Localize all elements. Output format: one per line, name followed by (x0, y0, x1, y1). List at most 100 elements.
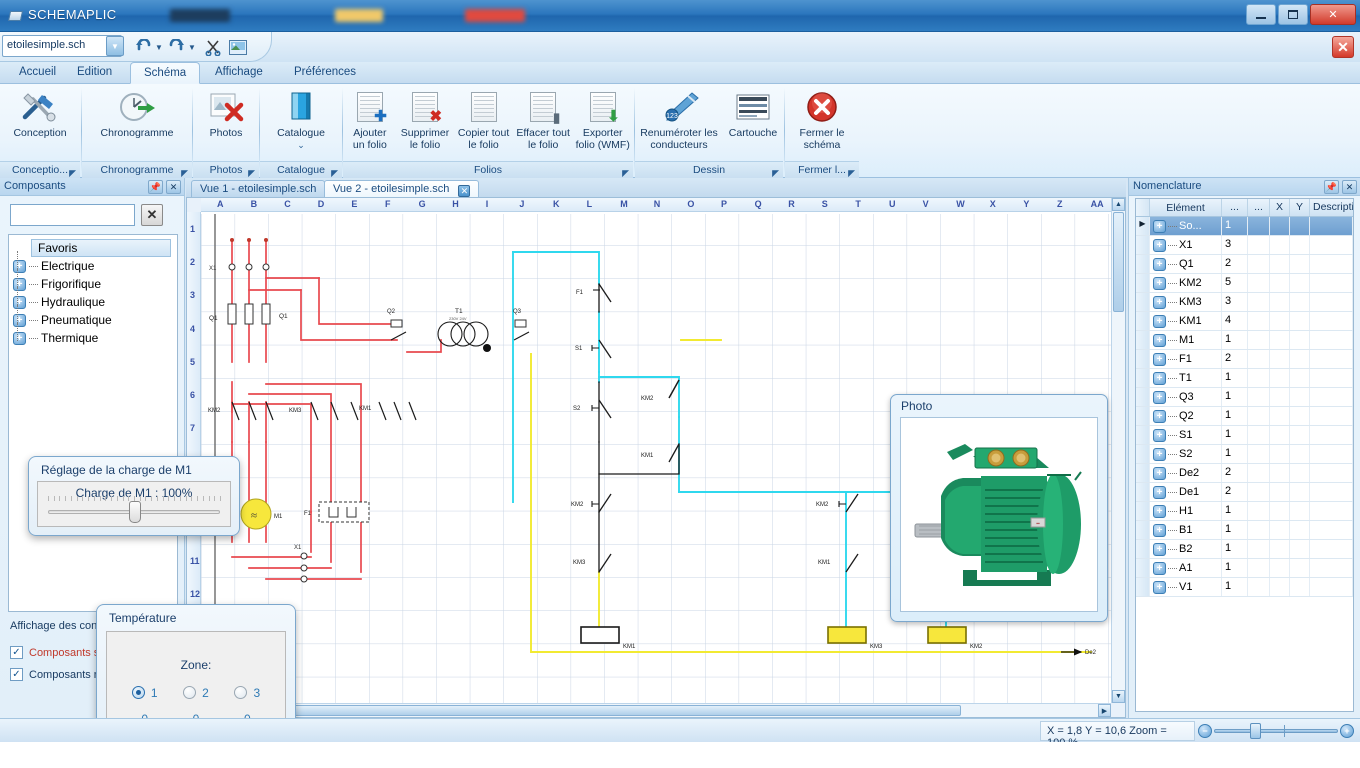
row-selector[interactable] (1136, 426, 1150, 444)
col-header-extra[interactable]: ... (1248, 199, 1270, 216)
redo-icon[interactable] (166, 37, 186, 57)
row-selector[interactable] (1136, 350, 1150, 368)
zoom-slider-thumb[interactable] (1250, 723, 1261, 739)
close-icon[interactable]: ✕ (166, 180, 181, 194)
row-selector[interactable] (1136, 578, 1150, 596)
table-row[interactable]: + B1 1 (1136, 521, 1353, 540)
expand-plus-icon[interactable]: + (1153, 238, 1166, 252)
tree-item-frigorifique[interactable]: + Frigorifique (9, 269, 177, 293)
row-selector[interactable] (1136, 388, 1150, 406)
row-selector[interactable] (1136, 407, 1150, 425)
canvas-horizontal-scrollbar[interactable]: ◀ ▶ (187, 703, 1111, 717)
row-selector[interactable] (1136, 255, 1150, 273)
expand-plus-icon[interactable]: + (1153, 504, 1166, 518)
cartouche-button[interactable]: Cartouche (723, 84, 783, 160)
expand-plus-icon[interactable]: + (1153, 219, 1166, 233)
image-icon[interactable] (228, 37, 248, 57)
tree-item-pneumatique[interactable]: + Pneumatique (9, 305, 177, 329)
maximize-button[interactable] (1278, 4, 1308, 25)
tab-preferences[interactable]: Préférences (281, 62, 369, 84)
tree-item-hydraulique[interactable]: + Hydraulique (9, 287, 177, 311)
table-row[interactable]: ▶ + So... 1 (1136, 217, 1353, 236)
scroll-right-icon[interactable]: ▶ (1098, 704, 1111, 717)
expand-plus-icon[interactable]: + (1153, 276, 1166, 290)
zoom-slider[interactable]: − + (1198, 723, 1354, 739)
zoom-out-button[interactable]: − (1198, 724, 1212, 738)
ajouter-folio-button[interactable]: ✚ Ajouter un folio (343, 84, 397, 160)
tree-item-favoris[interactable]: Favoris (31, 239, 171, 257)
charge-dialog[interactable]: Réglage de la charge de M1 Charge de M1 … (28, 456, 240, 536)
expand-plus-icon[interactable]: + (1153, 561, 1166, 575)
expand-plus-icon[interactable]: + (1153, 295, 1166, 309)
redo-menu-icon[interactable]: ▼ (188, 43, 196, 52)
expand-plus-icon[interactable]: + (13, 331, 26, 345)
zoom-in-button[interactable]: + (1340, 724, 1354, 738)
expand-plus-icon[interactable]: + (1153, 485, 1166, 499)
doc-tab-close-icon[interactable]: ✕ (458, 185, 471, 197)
supprimer-folio-button[interactable]: ✖ Supprimer le folio (397, 84, 454, 160)
expand-plus-icon[interactable]: + (1153, 314, 1166, 328)
zoom-slider-track[interactable] (1214, 729, 1338, 733)
scroll-up-icon[interactable]: ▲ (1112, 198, 1125, 211)
conception-button[interactable]: Conception (0, 84, 80, 160)
expand-plus-icon[interactable]: + (1153, 390, 1166, 404)
table-row[interactable]: + F1 2 (1136, 350, 1353, 369)
expand-plus-icon[interactable]: + (1153, 333, 1166, 347)
col-header-element[interactable]: Elément (1150, 199, 1222, 216)
table-row[interactable]: + KM2 5 (1136, 274, 1353, 293)
effacer-folio-button[interactable]: ▮ Effacer tout le folio (514, 84, 573, 160)
table-row[interactable]: + B2 1 (1136, 540, 1353, 559)
row-selector[interactable] (1136, 445, 1150, 463)
checkbox-composants-n[interactable]: ✓ (10, 668, 23, 681)
catalogue-button[interactable]: Catalogue ⌄ (260, 84, 342, 160)
vscroll-thumb[interactable] (1113, 212, 1124, 312)
table-row[interactable]: + H1 1 (1136, 502, 1353, 521)
table-row[interactable]: + T1 1 (1136, 369, 1353, 388)
exporter-folio-button[interactable]: ⬇ Exporter folio (WMF) (572, 84, 633, 160)
row-selector[interactable] (1136, 236, 1150, 254)
radio-zone-2[interactable] (183, 686, 197, 699)
row-selector[interactable]: ▶ (1136, 217, 1150, 235)
col-header-description[interactable]: Description (1310, 199, 1353, 216)
radio-zone-1[interactable] (131, 686, 145, 699)
tab-accueil[interactable]: Accueil (6, 62, 69, 84)
table-row[interactable]: + X1 3 (1136, 236, 1353, 255)
row-selector[interactable] (1136, 312, 1150, 330)
expand-plus-icon[interactable]: + (1153, 257, 1166, 271)
copier-folio-button[interactable]: Copier tout le folio (453, 84, 514, 160)
row-selector[interactable] (1136, 521, 1150, 539)
expand-plus-icon[interactable]: + (1153, 580, 1166, 594)
pin-icon[interactable]: 📌 (1324, 180, 1339, 194)
undo-menu-icon[interactable]: ▼ (155, 43, 163, 52)
table-row[interactable]: + S1 1 (1136, 426, 1353, 445)
table-row[interactable]: + S2 1 (1136, 445, 1353, 464)
expand-plus-icon[interactable]: + (1153, 542, 1166, 556)
table-row[interactable]: + De2 2 (1136, 464, 1353, 483)
table-row[interactable]: + De1 2 (1136, 483, 1353, 502)
photo-pane[interactable]: Photo ▪▪ (890, 394, 1108, 622)
renumeroter-conducteurs-button[interactable]: 123 Renuméroter les conducteurs (635, 84, 723, 160)
chevron-down-icon[interactable]: ⌄ (297, 140, 305, 151)
radio-zone-3[interactable] (234, 686, 248, 699)
canvas-vertical-scrollbar[interactable]: ▲ ▼ (1111, 198, 1125, 703)
tab-affichage[interactable]: Affichage (202, 62, 276, 84)
expand-plus-icon[interactable]: + (1153, 409, 1166, 423)
col-header-x[interactable]: X (1270, 199, 1290, 216)
row-selector[interactable] (1136, 502, 1150, 520)
fermer-schema-button[interactable]: Fermer le schéma (785, 84, 859, 160)
search-input[interactable] (10, 204, 135, 226)
table-row[interactable]: + M1 1 (1136, 331, 1353, 350)
row-selector[interactable] (1136, 559, 1150, 577)
expand-plus-icon[interactable]: + (13, 277, 26, 291)
doc-tab-vue1[interactable]: Vue 1 - etoilesimple.sch (191, 180, 326, 197)
hscroll-thumb[interactable] (201, 705, 961, 716)
row-selector[interactable] (1136, 483, 1150, 501)
expand-plus-icon[interactable]: + (13, 295, 26, 309)
clear-x-icon[interactable]: ✕ (141, 204, 163, 226)
tree-item-thermique[interactable]: + Thermique (9, 323, 177, 347)
minimize-button[interactable] (1246, 4, 1276, 25)
table-row[interactable]: + Q3 1 (1136, 388, 1353, 407)
row-selector[interactable] (1136, 464, 1150, 482)
col-header-count[interactable]: ... (1222, 199, 1248, 216)
tree-item-electrique[interactable]: + Electrique (9, 251, 177, 275)
